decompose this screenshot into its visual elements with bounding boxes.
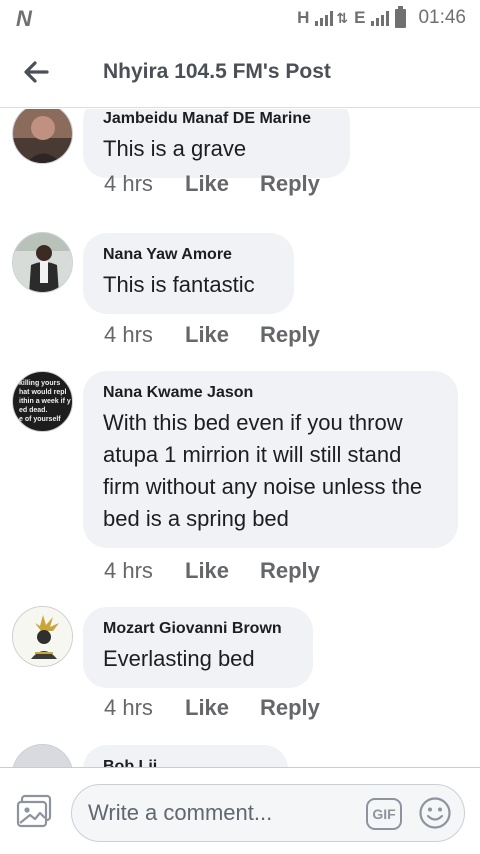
arrow-left-icon — [24, 61, 49, 83]
like-button[interactable]: Like — [185, 171, 260, 197]
back-button[interactable] — [18, 54, 54, 90]
comment-author[interactable]: Jambeidu Manaf DE Marine — [103, 109, 330, 129]
reply-button[interactable]: Reply — [260, 322, 320, 348]
network-type-1: H — [297, 8, 310, 27]
comment-bubble[interactable]: Mozart Giovanni Brown Everlasting bed — [83, 607, 313, 688]
gif-button[interactable]: GIF — [366, 798, 402, 830]
comment-text: With this bed even if you throw atupa 1 … — [103, 410, 423, 531]
comment-bubble[interactable]: Nana Kwame Jason With this bed even if y… — [83, 371, 458, 548]
network-type-2: E — [354, 8, 366, 27]
comment-bubble[interactable]: Bob Lii — [83, 745, 288, 767]
comment-author[interactable]: Nana Kwame Jason — [103, 383, 438, 403]
page-title: Nhyira 104.5 FM's Post — [103, 60, 331, 83]
emoji-button[interactable] — [418, 796, 452, 830]
comment-time[interactable]: 4 hrs — [104, 695, 185, 721]
comment-author[interactable]: Mozart Giovanni Brown — [103, 619, 293, 639]
comment-text: This is a grave — [103, 136, 247, 161]
avatar[interactable] — [12, 232, 73, 293]
comment-author[interactable]: Nana Yaw Amore — [103, 245, 274, 265]
comment-time[interactable]: 4 hrs — [104, 322, 185, 348]
avatar[interactable] — [12, 606, 73, 667]
comment-input[interactable] — [88, 795, 358, 831]
status-bar: N H ⇅ E 01:46 — [0, 0, 480, 36]
carrier-logo: N — [16, 6, 32, 31]
comment-time[interactable]: 4 hrs — [104, 171, 185, 197]
comment-author[interactable]: Bob Lii — [103, 757, 268, 767]
comment-input-wrapper: GIF — [71, 784, 465, 842]
comment-time[interactable]: 4 hrs — [104, 558, 185, 584]
emoji-icon — [419, 797, 451, 829]
comment-actions: 4 hrs Like Reply — [104, 322, 320, 348]
reply-button[interactable]: Reply — [260, 558, 320, 584]
app-header: Nhyira 104.5 FM's Post — [0, 36, 480, 108]
status-indicators: H ⇅ E 01:46 — [297, 5, 466, 29]
photo-icon — [16, 794, 52, 828]
comment-composer: GIF — [0, 767, 480, 854]
clock: 01:46 — [418, 7, 466, 28]
signal-icon — [315, 10, 334, 26]
like-button[interactable]: Like — [185, 558, 260, 584]
reply-button[interactable]: Reply — [260, 171, 320, 197]
comment-bubble[interactable]: Nana Yaw Amore This is fantastic — [83, 233, 294, 314]
avatar[interactable] — [12, 744, 73, 767]
comments-list[interactable]: Jambeidu Manaf DE Marine This is a grave… — [0, 109, 480, 767]
avatar[interactable]: killing yours hat would repl ithin a wee… — [12, 371, 73, 432]
battery-icon — [395, 5, 407, 28]
data-arrows-icon: ⇅ — [336, 9, 349, 26]
comment-actions: 4 hrs Like Reply — [104, 695, 320, 721]
like-button[interactable]: Like — [185, 695, 260, 721]
comment-actions: 4 hrs Like Reply — [104, 558, 320, 584]
comment-text: This is fantastic — [103, 272, 255, 297]
comment-text: Everlasting bed — [103, 646, 255, 671]
comment-actions: 4 hrs Like Reply — [104, 171, 320, 197]
avatar[interactable] — [12, 109, 73, 164]
reply-button[interactable]: Reply — [260, 695, 320, 721]
comment-bubble[interactable]: Jambeidu Manaf DE Marine This is a grave — [83, 109, 350, 178]
photo-button[interactable] — [16, 794, 52, 830]
like-button[interactable]: Like — [185, 322, 260, 348]
signal-icon-2 — [371, 10, 390, 26]
avatar-text: killing yours hat would repl ithin a wee… — [19, 380, 71, 423]
